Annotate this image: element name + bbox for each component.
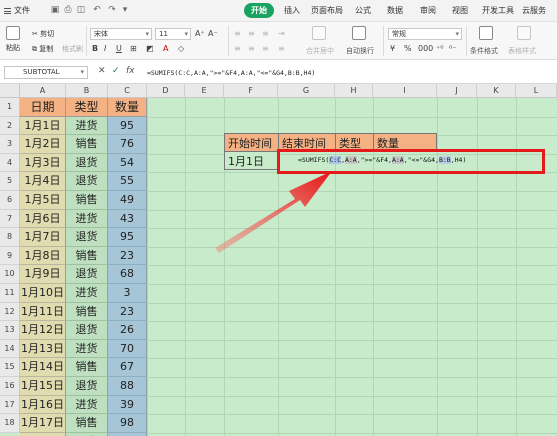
- arrow-shape: [215, 171, 332, 253]
- annotation-arrow: [215, 171, 332, 253]
